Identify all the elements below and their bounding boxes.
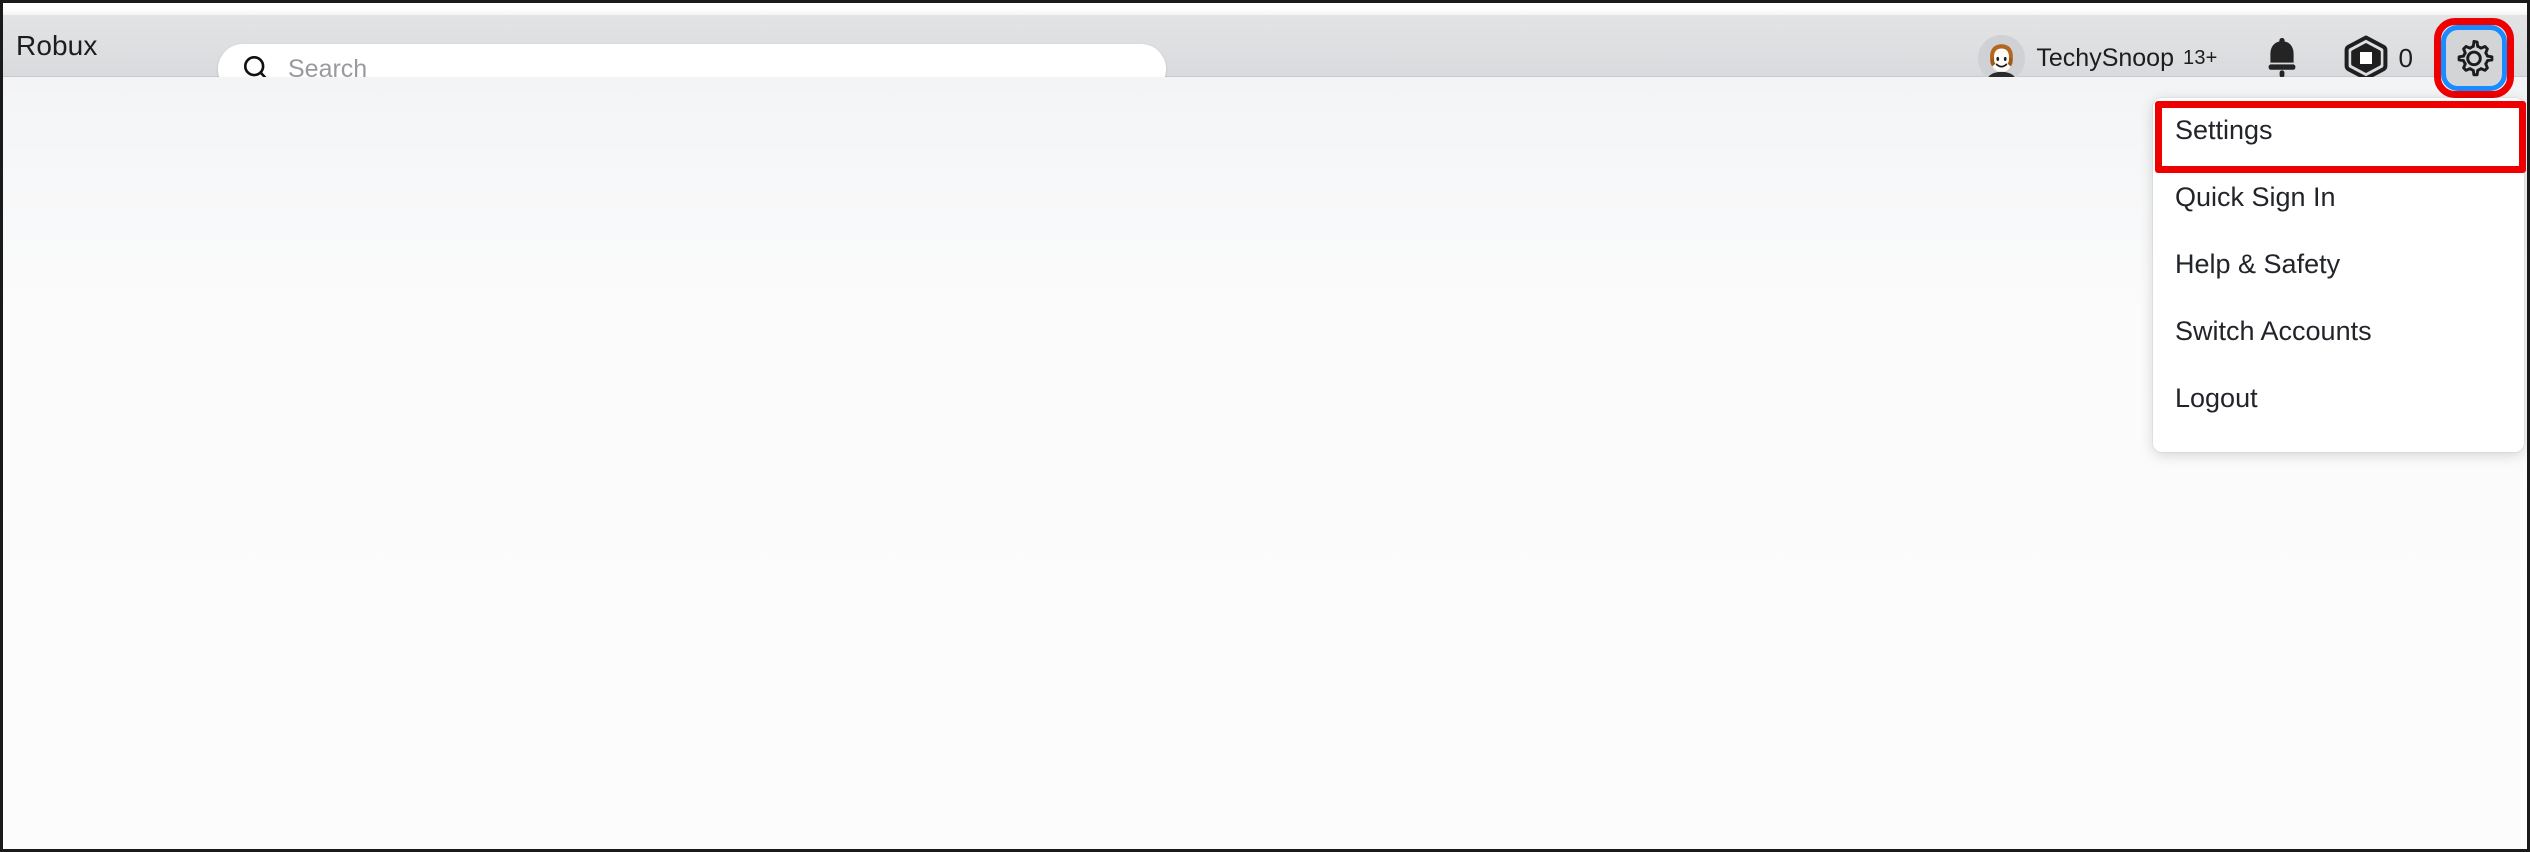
browser-window: Robux Search TechySnoop 13+ 0 Settings Q…: [0, 0, 2530, 852]
window-top-strip: [3, 3, 2527, 15]
brand-logo[interactable]: Robux: [16, 30, 97, 62]
menu-item-label: Logout: [2175, 382, 2258, 413]
account-chip[interactable]: TechySnoop 13+: [1978, 34, 2223, 82]
menu-item-label: Settings: [2175, 114, 2273, 145]
menu-item-logout[interactable]: Logout: [2153, 372, 2524, 424]
site-header: Robux Search TechySnoop 13+ 0: [3, 15, 2527, 98]
menu-item-label: Help & Safety: [2175, 248, 2341, 279]
settings-gear-button[interactable]: [2446, 30, 2502, 86]
settings-dropdown-menu: Settings Quick Sign In Help & Safety Swi…: [2153, 98, 2526, 452]
roblox-avatar-icon[interactable]: [1978, 34, 2026, 82]
gear-icon: [2457, 39, 2494, 77]
robux-hexagon-icon: [2344, 35, 2387, 81]
menu-item-settings[interactable]: Settings: [2153, 101, 2526, 173]
age-badge: 13+: [2183, 46, 2218, 69]
menu-item-label: Quick Sign In: [2175, 181, 2336, 212]
bell-icon: [2268, 38, 2295, 78]
username-label: TechySnoop: [2036, 43, 2174, 72]
robux-count: 0: [2398, 42, 2413, 73]
menu-item-help-and-safety[interactable]: Help & Safety: [2153, 238, 2524, 290]
menu-item-quick-sign-in[interactable]: Quick Sign In: [2153, 171, 2524, 223]
menu-item-label: Switch Accounts: [2175, 315, 2372, 346]
menu-item-switch-accounts[interactable]: Switch Accounts: [2153, 305, 2524, 357]
page-content-area: [3, 77, 2527, 849]
